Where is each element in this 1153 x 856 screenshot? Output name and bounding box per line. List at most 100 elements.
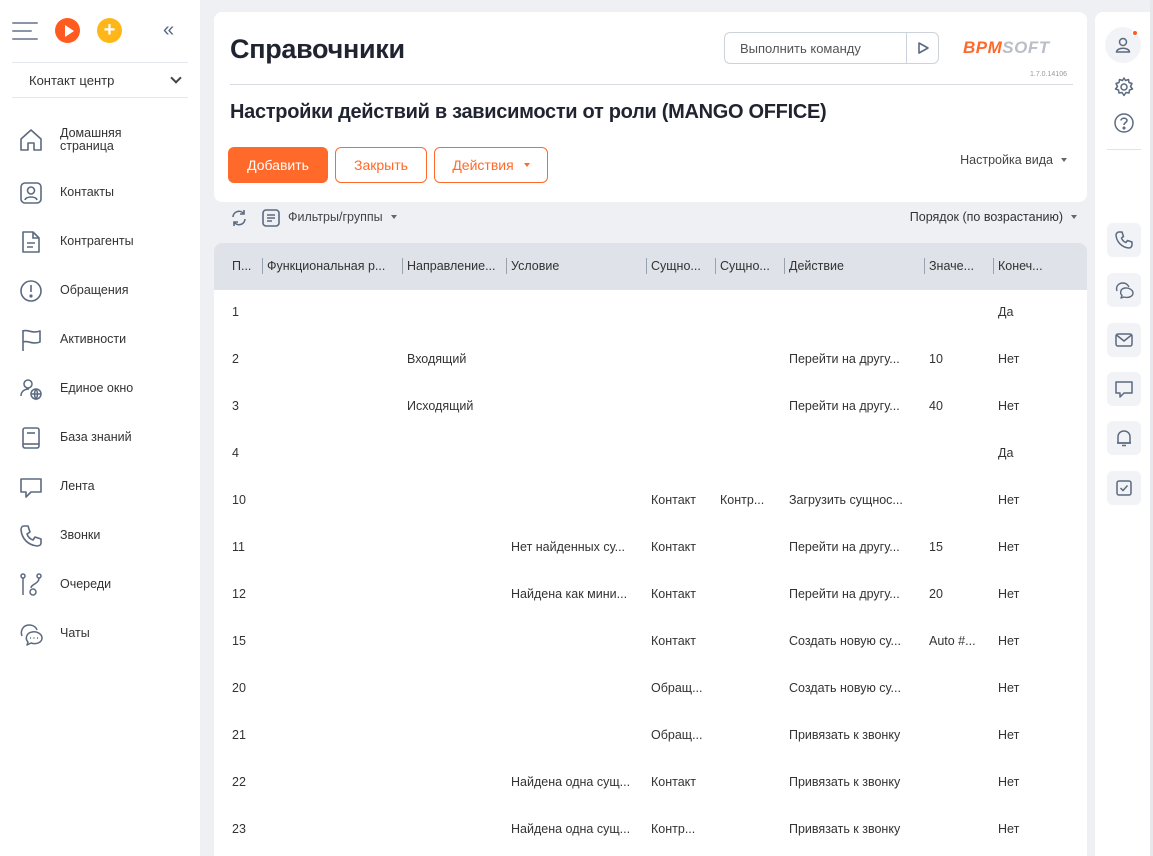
- right-bar: [1095, 12, 1153, 856]
- notification-dot: [1132, 30, 1138, 36]
- table-cell: Нет: [998, 587, 1020, 601]
- bell-icon[interactable]: [1107, 421, 1141, 455]
- filter-list-icon[interactable]: [261, 208, 281, 233]
- rightbar-divider: [1107, 149, 1141, 150]
- column-header[interactable]: Направление...: [407, 259, 502, 273]
- column-resize-handle[interactable]: [993, 258, 994, 274]
- table-row[interactable]: 23 Найдена одна сущ... Контр... Привязать к…: [214, 807, 1087, 854]
- table-cell: Контр...: [720, 493, 765, 507]
- column-header[interactable]: Условие: [511, 259, 641, 273]
- command-input[interactable]: Выполнить команду: [724, 32, 939, 64]
- sidebar-item-activities[interactable]: Активности: [0, 315, 200, 364]
- sidebar-item-label: Активности: [60, 331, 127, 346]
- table-row[interactable]: 11 Нет найденных су... Контакт Перейти на д…: [214, 525, 1087, 572]
- sidebar-item-label: Звонки: [60, 527, 101, 542]
- sidebar-item-knowledge-base[interactable]: База знаний: [0, 413, 200, 462]
- column-header[interactable]: Сущно...: [651, 259, 711, 273]
- table-row[interactable]: 20 Обращ... Создать новую су... Нет: [214, 666, 1087, 713]
- play-icon[interactable]: [55, 18, 80, 43]
- close-button[interactable]: Закрыть: [335, 147, 427, 183]
- table-row[interactable]: 10 Контакт Контр... Загрузить сущнос... Нет: [214, 478, 1087, 525]
- version-label: 1.7.0.14106: [1030, 71, 1067, 78]
- flag-icon: [17, 326, 45, 354]
- help-icon[interactable]: [1107, 106, 1141, 140]
- task-check-icon[interactable]: [1107, 471, 1141, 505]
- table-cell: Обращ...: [651, 728, 703, 742]
- column-resize-handle[interactable]: [646, 258, 647, 274]
- grid-header: П... Функциональная р... Направление... Усл…: [214, 243, 1087, 290]
- book-icon: [17, 424, 45, 452]
- table-cell: 11: [232, 540, 245, 554]
- sort-order-button[interactable]: Порядок (по возрастанию): [910, 210, 1077, 224]
- view-settings-button[interactable]: Настройка вида: [960, 153, 1067, 167]
- column-resize-handle[interactable]: [715, 258, 716, 274]
- menu-icon[interactable]: [12, 22, 38, 40]
- chats-icon: [17, 620, 45, 648]
- add-record-icon[interactable]: +: [97, 18, 122, 43]
- collapse-sidebar-icon[interactable]: «: [163, 20, 174, 40]
- filters-groups-button[interactable]: Фильтры/группы: [288, 210, 397, 224]
- table-cell: 22: [232, 775, 246, 789]
- sidebar-item-queues[interactable]: Очереди: [0, 560, 200, 609]
- table-cell: 3: [232, 399, 239, 413]
- column-resize-handle[interactable]: [506, 258, 507, 274]
- sidebar-top: + «: [0, 0, 200, 62]
- run-command-button[interactable]: [906, 33, 938, 63]
- table-row[interactable]: 22 Найдена одна сущ... Контакт Привязать к …: [214, 760, 1087, 807]
- table-row[interactable]: 2 Входящий Перейти на другу... 10 Нет: [214, 337, 1087, 384]
- sidebar-item-chats[interactable]: Чаты: [0, 609, 200, 658]
- table-cell: Нет: [998, 775, 1020, 789]
- table-row[interactable]: 12 Найдена как мини... Контакт Перейти на д…: [214, 572, 1087, 619]
- chat-icon[interactable]: [1107, 273, 1141, 307]
- sidebar-item-calls[interactable]: Звонки: [0, 511, 200, 560]
- table-cell: Нет: [998, 822, 1020, 836]
- sidebar-item-contacts[interactable]: Контакты: [0, 168, 200, 217]
- header-card: Справочники Выполнить команду BPMSOFT 1.…: [214, 12, 1087, 202]
- sidebar-item-cases[interactable]: Обращения: [0, 266, 200, 315]
- filters-groups-label: Фильтры/группы: [288, 210, 383, 224]
- table-cell: 15: [929, 540, 943, 554]
- sidebar-item-accounts[interactable]: Контрагенты: [0, 217, 200, 266]
- table-row[interactable]: 4 Да: [214, 431, 1087, 478]
- actions-button[interactable]: Действия: [434, 147, 548, 183]
- gear-icon[interactable]: [1107, 70, 1141, 104]
- column-resize-handle[interactable]: [262, 258, 263, 274]
- table-cell: Контакт: [651, 775, 697, 789]
- phone-icon[interactable]: [1107, 223, 1141, 257]
- data-grid: П... Функциональная р... Направление... Усл…: [214, 243, 1087, 856]
- table-cell: Нет: [998, 681, 1020, 695]
- column-header[interactable]: Значе...: [929, 259, 989, 273]
- sidebar-item-label: База знаний: [60, 429, 132, 444]
- command-placeholder: Выполнить команду: [740, 40, 861, 56]
- table-cell: 12: [232, 587, 246, 601]
- column-resize-handle[interactable]: [402, 258, 403, 274]
- table-row[interactable]: 21 Обращ... Привязать к звонку Нет: [214, 713, 1087, 760]
- column-header[interactable]: Сущно...: [720, 259, 780, 273]
- actions-label: Действия: [452, 157, 514, 173]
- user-icon[interactable]: [1105, 27, 1141, 63]
- workspace-select[interactable]: Контакт центр: [12, 62, 188, 98]
- table-cell: Да: [998, 446, 1014, 460]
- sidebar-item-label: Очереди: [60, 576, 112, 591]
- add-button[interactable]: Добавить: [228, 147, 328, 183]
- column-resize-handle[interactable]: [784, 258, 785, 274]
- column-header[interactable]: Конеч...: [998, 259, 1058, 273]
- table-cell: 20: [232, 681, 246, 695]
- table-cell: Загрузить сущнос...: [789, 493, 903, 507]
- table-cell: Да: [998, 305, 1014, 319]
- table-row[interactable]: 3 Исходящий Перейти на другу... 40 Нет: [214, 384, 1087, 431]
- column-header[interactable]: П...: [232, 259, 262, 273]
- sidebar-item-home[interactable]: Домашняя страница: [0, 112, 200, 168]
- column-resize-handle[interactable]: [924, 258, 925, 274]
- column-header[interactable]: Функциональная р...: [267, 259, 397, 273]
- sidebar-item-feed[interactable]: Лента: [0, 462, 200, 511]
- message-icon[interactable]: [1107, 372, 1141, 406]
- email-icon[interactable]: [1107, 323, 1141, 357]
- table-row[interactable]: 15 Контакт Создать новую су... Auto #... Нет: [214, 619, 1087, 666]
- table-cell: 21: [232, 728, 246, 742]
- sidebar-item-single-window[interactable]: Единое окно: [0, 364, 200, 413]
- table-row[interactable]: 1 Да: [214, 290, 1087, 337]
- refresh-icon[interactable]: [229, 208, 249, 233]
- column-header[interactable]: Действие: [789, 259, 919, 273]
- table-cell: 4: [232, 446, 239, 460]
